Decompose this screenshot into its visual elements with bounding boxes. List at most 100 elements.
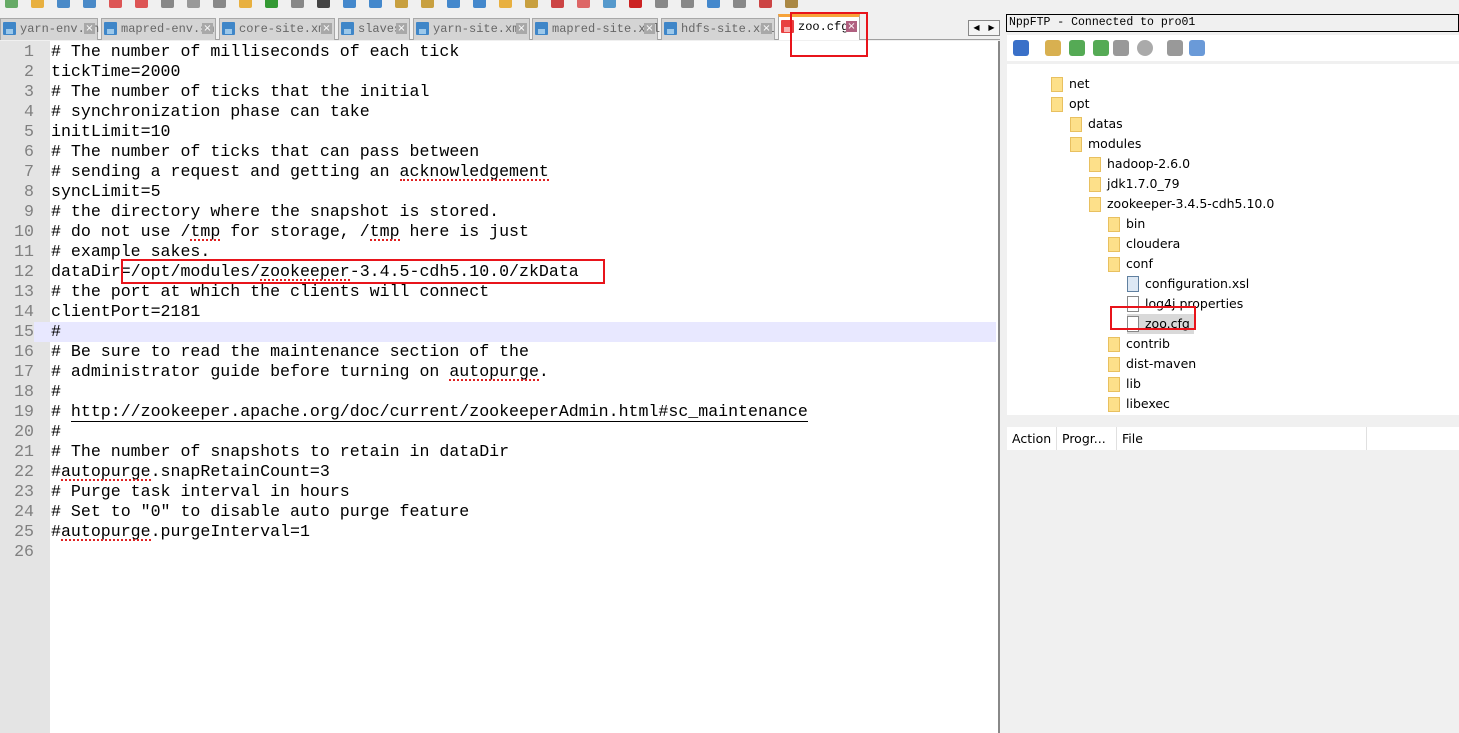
- toolbar-button-icon[interactable]: [5, 0, 18, 8]
- tree-item-log4j-properties[interactable]: log4j.properties: [1127, 294, 1243, 314]
- code-line[interactable]: 18 #: [0, 382, 996, 402]
- tree-item-contrib[interactable]: contrib: [1108, 334, 1170, 354]
- tree-item-jdk1-7-0-79[interactable]: jdk1.7.0_79: [1089, 174, 1180, 194]
- column-action[interactable]: Action: [1007, 427, 1057, 450]
- code-line[interactable]: 2 tickTime=2000: [0, 62, 996, 82]
- toolbar-button-icon[interactable]: [317, 0, 330, 8]
- close-tab-icon[interactable]: ×: [846, 21, 857, 32]
- close-tab-icon[interactable]: ×: [202, 23, 213, 34]
- tree-item-modules[interactable]: modules: [1070, 134, 1141, 154]
- code-line[interactable]: 23 # Purge task interval in hours: [0, 482, 996, 502]
- toolbar-button-icon[interactable]: [655, 0, 668, 8]
- settings-icon[interactable]: [1167, 40, 1183, 56]
- code-line[interactable]: 12 dataDir=/opt/modules/zookeeper-3.4.5-c…: [0, 262, 996, 282]
- code-line[interactable]: 1 # The number of milliseconds of each ti…: [0, 42, 996, 62]
- tree-item-lib[interactable]: lib: [1108, 374, 1141, 394]
- code-line[interactable]: 16 # Be sure to read the maintenance sect…: [0, 342, 996, 362]
- code-line[interactable]: 7 # sending a request and getting an ackn…: [0, 162, 996, 182]
- code-line[interactable]: 3 # The number of ticks that the initial: [0, 82, 996, 102]
- toolbar-button-icon[interactable]: [135, 0, 148, 8]
- tab-slaves[interactable]: slaves ×: [338, 18, 410, 40]
- close-tab-icon[interactable]: ×: [84, 23, 95, 34]
- toolbar-button-icon[interactable]: [629, 0, 642, 8]
- close-tab-icon[interactable]: ×: [396, 23, 407, 34]
- toolbar-button-icon[interactable]: [265, 0, 278, 8]
- toolbar-button-icon[interactable]: [577, 0, 590, 8]
- toolbar-button-icon[interactable]: [551, 0, 564, 8]
- code-line[interactable]: 13 # the port at which the clients will c…: [0, 282, 996, 302]
- abort-icon[interactable]: [1137, 40, 1153, 56]
- code-line[interactable]: 6 # The number of ticks that can pass bet…: [0, 142, 996, 162]
- refresh-icon[interactable]: [1113, 40, 1129, 56]
- code-line[interactable]: 8 syncLimit=5: [0, 182, 996, 202]
- toolbar-button-icon[interactable]: [681, 0, 694, 8]
- code-editor[interactable]: 1 # The number of milliseconds of each ti…: [0, 41, 1000, 733]
- tree-item-cloudera[interactable]: cloudera: [1108, 234, 1180, 254]
- toolbar-button-icon[interactable]: [395, 0, 408, 8]
- tree-item-recipes[interactable]: recipes: [1108, 414, 1171, 415]
- close-tab-icon[interactable]: ×: [321, 23, 332, 34]
- code-line[interactable]: 5 initLimit=10: [0, 122, 996, 142]
- code-line[interactable]: 17 # administrator guide before turning o…: [0, 362, 996, 382]
- code-line[interactable]: 14 clientPort=2181: [0, 302, 996, 322]
- ftp-file-tree[interactable]: net opt datas modules hadoop-2.6.0 jdk1.7.0_7…: [1007, 64, 1459, 415]
- code-line[interactable]: 21 # The number of snapshots to retain in…: [0, 442, 996, 462]
- code-line[interactable]: 25 #autopurge.purgeInterval=1: [0, 522, 996, 542]
- toolbar-button-icon[interactable]: [109, 0, 122, 8]
- toolbar-button-icon[interactable]: [785, 0, 798, 8]
- tab-core-site-xml[interactable]: core-site.xml ×: [219, 18, 335, 40]
- connect-icon[interactable]: [1013, 40, 1029, 56]
- tab-mapred-site-xml[interactable]: mapred-site.xml ×: [532, 18, 660, 40]
- toolbar-button-icon[interactable]: [291, 0, 304, 8]
- code-line[interactable]: 9 # the directory where the snapshot is s…: [0, 202, 996, 222]
- toolbar-button-icon[interactable]: [499, 0, 512, 8]
- toolbar-button-icon[interactable]: [187, 0, 200, 8]
- toolbar-button-icon[interactable]: [707, 0, 720, 8]
- tree-item-configuration-xsl[interactable]: configuration.xsl: [1127, 274, 1249, 294]
- code-line[interactable]: 19 # http://zookeeper.apache.org/doc/curr…: [0, 402, 996, 422]
- tree-item-bin[interactable]: bin: [1108, 214, 1145, 234]
- toolbar-button-icon[interactable]: [733, 0, 746, 8]
- tree-item-conf[interactable]: conf: [1108, 254, 1153, 274]
- toolbar-button-icon[interactable]: [213, 0, 226, 8]
- toolbar-button-icon[interactable]: [369, 0, 382, 8]
- download-icon[interactable]: [1069, 40, 1085, 56]
- open-folder-icon[interactable]: [1045, 40, 1061, 56]
- code-line[interactable]: 4 # synchronization phase can take: [0, 102, 996, 122]
- code-line[interactable]: 15 #: [0, 322, 996, 342]
- toolbar-button-icon[interactable]: [473, 0, 486, 8]
- toolbar-button-icon[interactable]: [447, 0, 460, 8]
- code-line[interactable]: 20 #: [0, 422, 996, 442]
- tab-mapred-env-sh[interactable]: mapred-env.sh ×: [101, 18, 216, 40]
- toolbar-button-icon[interactable]: [603, 0, 616, 8]
- code-line[interactable]: 24 # Set to "0" to disable auto purge fea…: [0, 502, 996, 522]
- tree-item-zoo-cfg[interactable]: zoo.cfg: [1127, 314, 1194, 334]
- toolbar-button-icon[interactable]: [31, 0, 44, 8]
- close-tab-icon[interactable]: ×: [761, 23, 772, 34]
- column-file[interactable]: File: [1117, 427, 1367, 450]
- tab-yarn-env-sh[interactable]: yarn-env.sh ×: [0, 18, 99, 40]
- code-line[interactable]: 10 # do not use /tmp for storage, /tmp he…: [0, 222, 996, 242]
- tree-item-libexec[interactable]: libexec: [1108, 394, 1170, 414]
- close-tab-icon[interactable]: ×: [644, 23, 655, 34]
- toolbar-button-icon[interactable]: [421, 0, 434, 8]
- toolbar-button-icon[interactable]: [525, 0, 538, 8]
- toolbar-button-icon[interactable]: [83, 0, 96, 8]
- toolbar-button-icon[interactable]: [161, 0, 174, 8]
- tab-zoo-cfg[interactable]: zoo.cfg ×: [778, 14, 860, 40]
- upload-icon[interactable]: [1093, 40, 1109, 56]
- tree-item-datas[interactable]: datas: [1070, 114, 1123, 134]
- toolbar-button-icon[interactable]: [343, 0, 356, 8]
- tab-yarn-site-xml[interactable]: yarn-site.xml ×: [413, 18, 530, 40]
- tree-item-net[interactable]: net: [1051, 74, 1090, 94]
- column-progress[interactable]: Progr...: [1057, 427, 1117, 450]
- tree-item-dist-maven[interactable]: dist-maven: [1108, 354, 1196, 374]
- code-line[interactable]: 11 # example sakes.: [0, 242, 996, 262]
- tree-item-opt[interactable]: opt: [1051, 94, 1089, 114]
- message-window-icon[interactable]: [1189, 40, 1205, 56]
- toolbar-button-icon[interactable]: [239, 0, 252, 8]
- close-tab-icon[interactable]: ×: [516, 23, 527, 34]
- tab-scroll-left-button[interactable]: ◀: [969, 21, 984, 35]
- code-line[interactable]: 26: [0, 542, 996, 562]
- toolbar-button-icon[interactable]: [759, 0, 772, 8]
